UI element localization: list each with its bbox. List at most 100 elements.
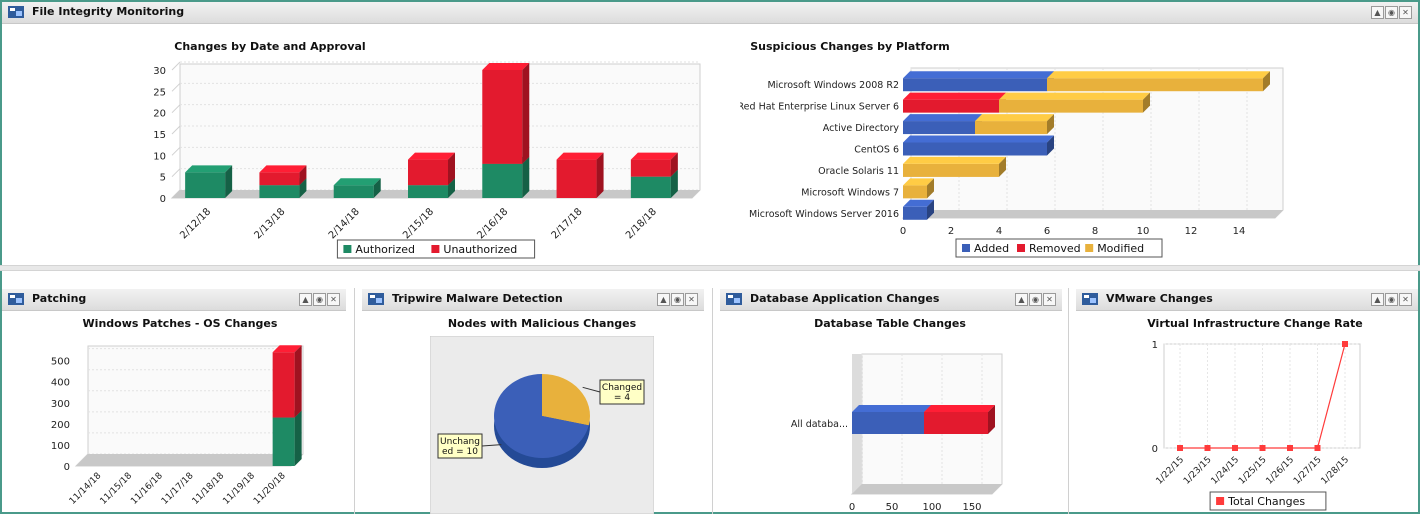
x-tick-label: 2/14/18 [327,206,362,241]
collapse-icon[interactable]: ▲ [657,293,670,306]
bar-authorized [630,176,671,198]
x-tick-label: 11/15/18 [99,471,135,507]
data-point [1314,445,1321,451]
chart-title: Windows Patches - OS Changes [82,317,278,330]
bar-added-top [852,405,931,412]
database-panel-title: Database Application Changes [750,292,940,305]
collapse-icon[interactable]: ▲ [1371,293,1384,306]
settings-icon[interactable]: ◉ [1385,6,1398,19]
collapse-icon[interactable]: ▲ [299,293,312,306]
y-tick-label: 200 [51,420,70,431]
bar-modified [975,121,1047,135]
suspicious-changes-chart: 0 2 4 6 8 10 12 14 Microsoft Windows 2008 R2 Red … [740,67,1284,258]
database-table-chart: 0 50 100 150 All databa... [791,353,1003,513]
settings-icon[interactable]: ◉ [1029,293,1042,306]
x-tick-label: 2/17/18 [550,206,585,241]
bar-authorized [259,185,300,198]
bar-unauthorized [272,352,295,418]
plot-floor [76,454,303,466]
bar-unauthorized [630,159,671,177]
pie-label: ed = 10 [442,447,478,457]
y-category-label: Microsoft Windows Server 2016 [749,209,899,220]
windows-patches-chart: 0 100 200 300 400 500 11/14/1811/15/1811/16/18… [51,345,304,507]
bar-unauthorized-top [259,165,307,173]
chart-title: Changes by Date and Approval [174,40,366,53]
bar-authorized [333,185,374,198]
y-tick-label: 1 [1152,340,1158,351]
x-tick-label: 100 [922,502,941,513]
settings-icon[interactable]: ◉ [1385,293,1398,306]
close-icon[interactable]: ✕ [685,293,698,306]
legend-swatch [1085,244,1094,252]
data-point [1259,445,1266,451]
close-icon[interactable]: ✕ [1399,293,1412,306]
bar-authorized [482,163,523,198]
y-category-label: Active Directory [823,123,900,134]
pie-label: Changed [602,383,642,393]
changes-by-date-chart: 0 5 10 15 20 25 30 2/12/18 2/13/18 2/14/18 2/15/18… [153,61,701,259]
y-tick-label: 400 [51,378,70,389]
collapse-icon[interactable]: ▲ [1015,293,1028,306]
x-tick-label: 0 [849,502,855,513]
x-tick-label: 1/24/15 [1210,455,1242,487]
bar-unauthorized-side [294,345,302,418]
bar-modified-top [924,405,995,412]
legend-swatch [1017,244,1025,252]
bar-modified [924,412,988,434]
bar-unauthorized-side [522,63,530,164]
panel-app-icon [726,293,742,305]
bar-added [903,206,927,220]
vmware-panel-header: VMware Changes ▲ ◉ ✕ [1076,289,1418,311]
collapse-icon[interactable]: ▲ [1371,6,1384,19]
x-tick-label: 1/27/15 [1292,455,1324,487]
bar-modified [1047,78,1263,92]
y-tick-label: 5 [160,173,166,184]
bar-added-top [903,114,982,122]
chart-title: Virtual Infrastructure Change Rate [1147,317,1363,330]
bar-unauthorized-top [408,152,455,160]
bar-added-top [903,135,1054,143]
x-tick-label: 1/23/15 [1182,455,1214,487]
legend-label: Total Changes [1227,495,1305,508]
x-tick-label: 11/19/18 [221,471,257,507]
x-tick-label: 11/20/18 [252,471,288,507]
malware-panel-header: Tripwire Malware Detection ▲ ◉ ✕ [362,289,704,311]
bar-added-top [903,71,1054,79]
x-tick-label: 150 [962,502,981,513]
close-icon[interactable]: ✕ [1043,293,1056,306]
bar-modified-top [999,92,1150,100]
bar-unauthorized-top [556,152,604,160]
panel-splitter[interactable] [0,265,1420,271]
x-tick-label: 2/18/18 [624,206,659,241]
x-tick-label: 11/14/18 [68,471,104,507]
y-category-label: Microsoft Windows 2008 R2 [767,80,899,91]
y-tick-label: 500 [51,357,70,368]
y-tick-label: 15 [153,130,166,141]
bar-modified-top [1047,71,1270,79]
x-tick-label: 2 [948,226,954,237]
malicious-nodes-chart: Changed= 4 Unchanged = 10 [430,336,654,514]
x-tick-label: 11/18/18 [191,471,227,507]
close-icon[interactable]: ✕ [327,293,340,306]
bar-authorized [272,417,295,466]
x-tick-label: 1/22/15 [1155,455,1187,487]
y-category-label: Oracle Solaris 11 [818,166,899,177]
bar-removed-top [903,92,1006,100]
legend-label: Authorized [355,243,415,256]
bar-authorized-top [333,178,381,186]
x-tick-label: 2/12/18 [178,206,213,241]
plot-area [74,345,304,467]
bar-authorized [185,172,226,198]
close-icon[interactable]: ✕ [1399,6,1412,19]
bar-modified-top [903,156,1006,164]
x-tick-label: 1/26/15 [1265,455,1297,487]
settings-icon[interactable]: ◉ [313,293,326,306]
x-tick-label: 4 [996,226,1002,237]
bar-added [903,121,975,135]
bar-modified [903,185,927,199]
x-tick-label: 10 [1137,226,1150,237]
malware-panel-title: Tripwire Malware Detection [392,292,563,305]
bar-removed [903,99,999,113]
settings-icon[interactable]: ◉ [671,293,684,306]
y-category-label: All databa... [791,419,848,430]
